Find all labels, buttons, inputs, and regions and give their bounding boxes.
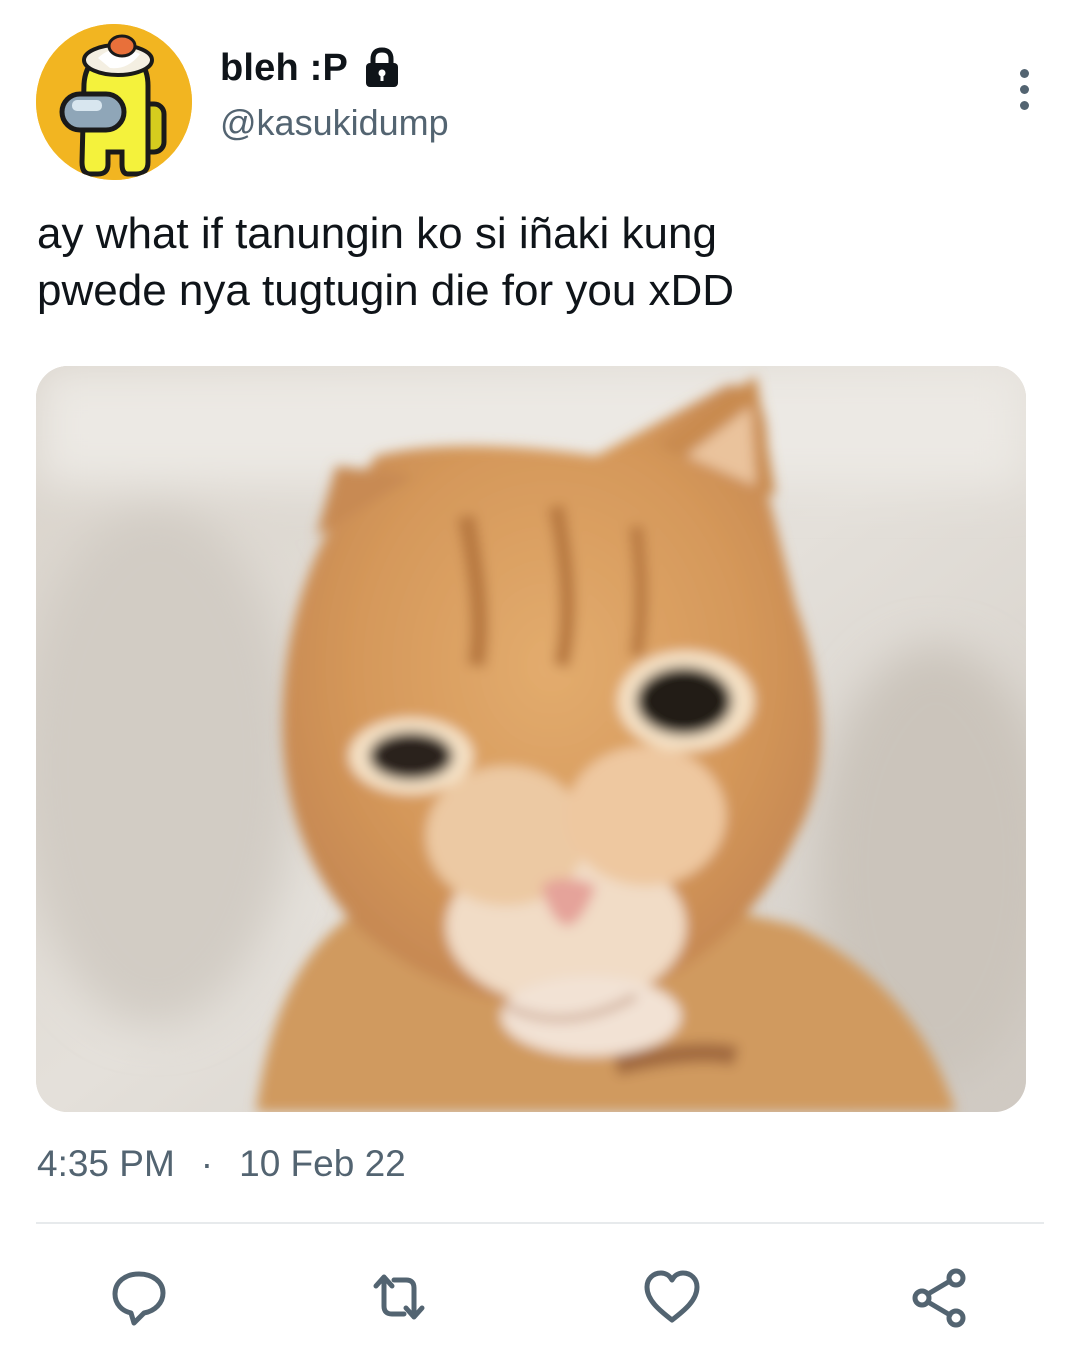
tweet-header: bleh :P @kasukidump [36,24,1044,182]
author-handle[interactable]: @kasukidump [220,102,449,144]
tweet-time: 4:35 PM [37,1143,175,1184]
retweet-icon [373,1274,425,1320]
reply-icon [112,1271,166,1326]
more-dot-icon [1019,68,1029,78]
cat-photo-icon [36,366,1026,1112]
meta-separator: · [200,1143,214,1184]
more-dot-icon [1019,100,1029,110]
heart-icon [644,1270,700,1323]
share-button[interactable] [904,1262,974,1332]
more-dot-icon [1019,84,1029,94]
tweet-actions-bar [0,1262,1080,1332]
share-icon [912,1268,966,1328]
more-options-button[interactable] [1004,54,1044,124]
tweet-date: 10 Feb 22 [239,1143,406,1184]
lock-icon [362,46,402,90]
among-us-avatar-icon [36,24,192,180]
reply-button[interactable] [104,1262,174,1332]
author-avatar[interactable] [36,24,192,180]
retweet-button[interactable] [364,1262,434,1332]
author-name-row: bleh :P [220,42,402,94]
tweet-text: ay what if tanungin ko si iñaki kung pwe… [37,209,735,315]
like-button[interactable] [637,1262,707,1332]
tweet-timestamp[interactable]: 4:35 PM · 10 Feb 22 [37,1143,406,1185]
tweet-photo[interactable] [36,366,1026,1112]
divider [36,1222,1044,1224]
author-display-name[interactable]: bleh :P [220,47,348,90]
